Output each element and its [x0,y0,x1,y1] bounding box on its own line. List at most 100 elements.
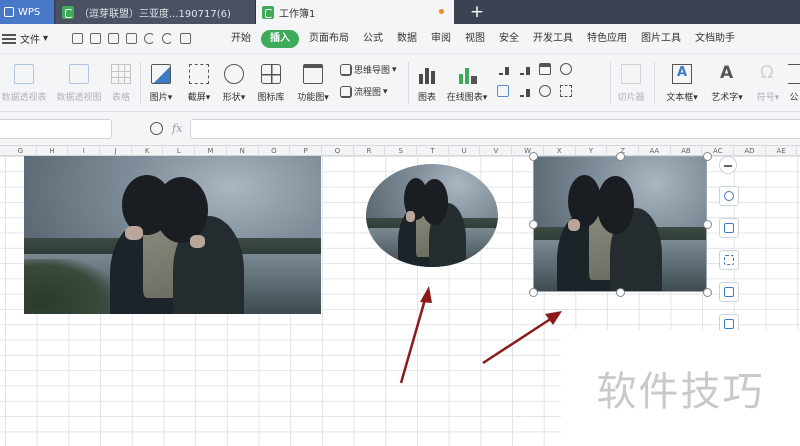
save-icon[interactable] [72,33,83,44]
photo-rectangle[interactable] [24,156,321,314]
slicer-button[interactable]: 切片器 [614,54,648,103]
menu-view[interactable]: 视图 [458,30,492,48]
zoom-icon[interactable] [150,122,163,135]
column-header-w[interactable]: W [512,146,544,156]
wordart-button[interactable]: 艺术字▾ [706,54,748,103]
menu-doc-assistant[interactable]: 文档助手 [688,30,742,48]
column-header-aa[interactable]: AA [639,146,671,156]
menu-insert[interactable]: 插入 [261,29,299,48]
wps-home-tab[interactable]: WPS [0,0,54,24]
textbox-button[interactable]: 文本框▾ [662,54,702,103]
column-header-s[interactable]: S [385,146,418,156]
name-box[interactable] [0,119,112,139]
column-header-k[interactable]: K [132,146,164,156]
column-header-t[interactable]: T [417,146,449,156]
menu-page-layout[interactable]: 页面布局 [302,30,356,48]
picture-button[interactable]: 图片▾ [146,54,176,103]
photo-ellipse[interactable] [366,164,498,267]
formula-insert-button[interactable]: 公 [788,54,800,103]
column-chart-icon[interactable] [497,63,509,75]
hamburger-icon[interactable] [2,32,16,46]
pie-chart-icon[interactable] [539,85,551,97]
scatter-chart-icon[interactable] [560,85,572,97]
table-button[interactable]: 表格 [108,54,134,103]
column-header-o[interactable]: O [259,146,291,156]
menu-formulas[interactable]: 公式 [356,30,390,48]
column-header-r[interactable]: R [354,146,386,156]
resize-handle-bl[interactable] [529,288,538,297]
formula-icon [788,64,800,84]
file-menu[interactable]: 文件 ▾ [20,31,66,46]
print-icon[interactable] [108,33,119,44]
resize-handle-t[interactable] [616,152,625,161]
undo-icon[interactable] [144,33,155,44]
online-chart-label: 在线图表▾ [446,93,488,103]
column-header-ab[interactable]: AB [671,146,703,156]
menu-data[interactable]: 数据 [390,30,424,48]
crop-icon[interactable] [719,218,739,238]
new-tab-button[interactable]: + [462,0,492,24]
menu-home[interactable]: 开始 [224,30,258,48]
collapse-icon[interactable] [719,156,737,174]
qrcode-icon[interactable] [719,250,739,270]
column-header-v[interactable]: V [481,146,513,156]
column-header-i[interactable]: I [68,146,101,156]
column-header-ae[interactable]: AE [766,146,798,156]
menu-developer[interactable]: 开发工具 [526,30,580,48]
mindmap-button[interactable]: 思维导图 ▾ [340,63,397,76]
menu-features[interactable]: 特色应用 [580,30,634,48]
menu-picture-tools[interactable]: 图片工具 [634,30,688,48]
print-preview-icon[interactable] [126,33,137,44]
stock-chart-icon[interactable] [518,85,530,97]
document-tab[interactable]: （逗芽联盟）三亚度...190717(6) [56,0,256,24]
file-menu-label: 文件 [20,35,40,46]
area-chart-icon[interactable] [497,85,509,97]
column-header-x[interactable]: X [544,146,576,156]
fx-icon[interactable]: fx [172,122,182,135]
radar-chart-icon[interactable] [560,63,572,75]
menu-review[interactable]: 审阅 [424,30,458,48]
column-header-ad[interactable]: AD [734,146,766,156]
workbook-tab-active[interactable]: 工作簿1 [256,0,454,24]
formula-insert-label: 公 [789,93,799,103]
customize-icon[interactable] [180,33,191,44]
formula-input[interactable] [190,119,800,139]
column-header-m[interactable]: M [195,146,227,156]
column-header-h[interactable]: H [37,146,69,156]
column-header-q[interactable]: Q [322,146,354,156]
column-header-y[interactable]: Y [576,146,608,156]
zoom-in-icon[interactable] [719,186,739,206]
resize-handle-b[interactable] [616,288,625,297]
shapes-button[interactable]: 形状▾ [219,54,249,103]
resize-handle-tl[interactable] [529,152,538,161]
column-header-p[interactable]: P [290,146,322,156]
icon-library-button[interactable]: 图标库 [256,54,286,103]
copy-image-icon[interactable] [719,282,739,302]
icon-library-icon [261,64,281,84]
menu-security[interactable]: 安全 [492,30,526,48]
screenshot-button[interactable]: 截屏▾ [184,54,214,103]
column-header-j[interactable]: J [100,146,132,156]
function-chart-button[interactable]: 功能图▾ [293,54,333,103]
resize-handle-r[interactable] [703,220,712,229]
resize-handle-br[interactable] [703,288,712,297]
table-label: 表格 [111,93,130,103]
chevron-down-icon: ▾ [383,86,388,97]
online-chart-button[interactable]: 在线图表▾ [444,54,490,103]
bar-chart-icon[interactable] [518,63,530,75]
column-header-g[interactable]: G [5,146,37,156]
slicer-label: 切片器 [617,93,645,103]
column-header-l[interactable]: L [164,146,196,156]
line-chart-icon[interactable] [539,63,551,75]
redo-icon[interactable] [162,33,173,44]
column-header-u[interactable]: U [449,146,481,156]
symbol-button[interactable]: 符号▾ [752,54,784,103]
export-icon[interactable] [90,33,101,44]
resize-handle-tr[interactable] [703,152,712,161]
pivot-chart-button[interactable]: 数据透视图 [54,54,104,103]
resize-handle-l[interactable] [529,220,538,229]
flowchart-button[interactable]: 流程图 ▾ [340,85,388,98]
chart-button[interactable]: 图表 [414,54,440,103]
pivot-table-button[interactable]: 数据透视表 [0,54,48,103]
column-header-n[interactable]: N [227,146,259,156]
